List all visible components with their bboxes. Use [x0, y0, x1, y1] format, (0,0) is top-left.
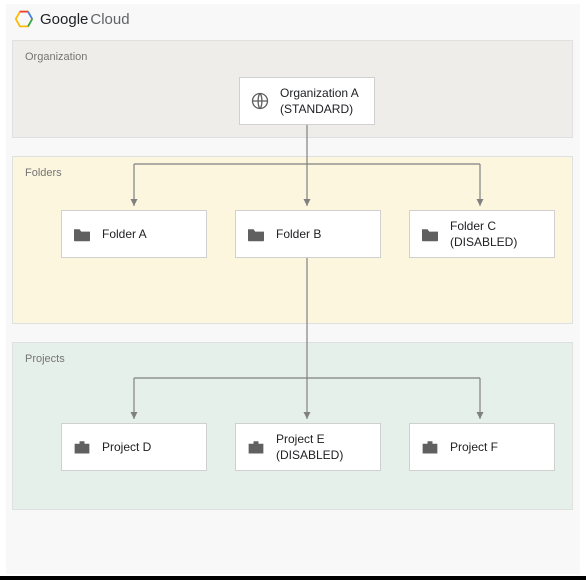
folder-icon: [72, 226, 92, 242]
organization-zone-label: Organization: [25, 51, 87, 63]
project-d-name: Project D: [102, 439, 151, 455]
project-e-state: (DISABLED): [276, 447, 343, 463]
project-f-node: Project F: [409, 423, 555, 471]
folder-c-state: (DISABLED): [450, 234, 517, 250]
organization-tier: (STANDARD): [280, 101, 359, 117]
brand-cloud: Cloud: [90, 11, 129, 28]
google-cloud-hex-icon: [14, 10, 34, 28]
globe-icon: [250, 91, 270, 111]
briefcase-icon: [246, 438, 266, 456]
diagram-canvas: GoogleCloud Organization Folders Project…: [6, 4, 580, 574]
project-d-node: Project D: [61, 423, 207, 471]
organization-name: Organization A: [280, 86, 359, 100]
organization-node: Organization A (STANDARD): [239, 77, 375, 125]
folder-c-name: Folder C: [450, 219, 496, 233]
brand-google: Google: [40, 11, 88, 28]
briefcase-icon: [420, 438, 440, 456]
briefcase-icon: [72, 438, 92, 456]
folders-zone-label: Folders: [25, 167, 62, 179]
folder-c-node: Folder C (DISABLED): [409, 210, 555, 258]
folder-b-name: Folder B: [276, 226, 321, 242]
brand-text: GoogleCloud: [40, 11, 130, 28]
brand-logo: GoogleCloud: [14, 10, 130, 28]
project-e-name: Project E: [276, 432, 325, 446]
folder-b-node: Folder B: [235, 210, 381, 258]
folder-a-name: Folder A: [102, 226, 147, 242]
project-f-name: Project F: [450, 439, 498, 455]
project-e-node: Project E (DISABLED): [235, 423, 381, 471]
folder-a-node: Folder A: [61, 210, 207, 258]
folder-icon: [420, 226, 440, 242]
projects-zone-label: Projects: [25, 353, 65, 365]
footer-bar: [0, 576, 586, 580]
folder-icon: [246, 226, 266, 242]
